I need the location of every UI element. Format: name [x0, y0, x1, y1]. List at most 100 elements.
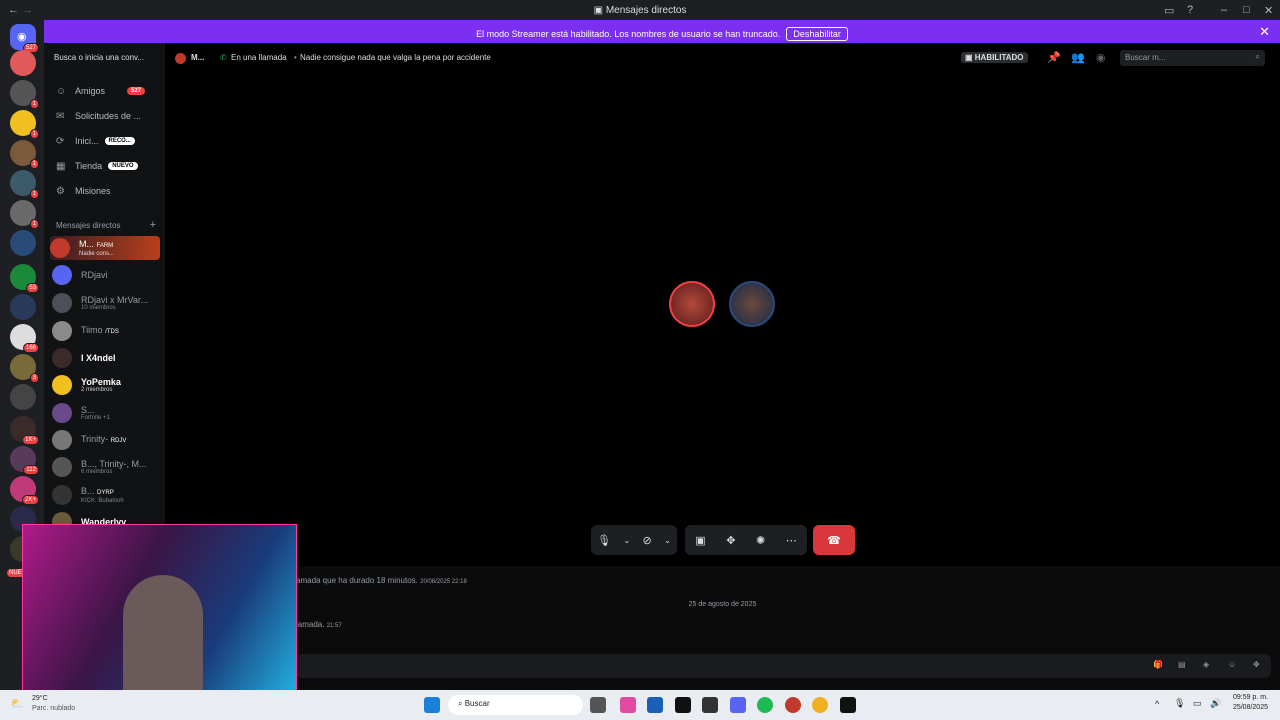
add-dm-icon[interactable]: + [150, 219, 156, 231]
server-icon[interactable] [10, 50, 36, 76]
server-icon[interactable] [10, 384, 36, 410]
dm-tag: /TDS [105, 329, 119, 335]
server-icon[interactable] [10, 230, 36, 256]
start-icon[interactable] [424, 697, 440, 713]
server-icon[interactable]: 1 [10, 170, 39, 199]
store-icon[interactable] [647, 697, 663, 713]
nav-shop[interactable]: ▦ Tienda NUEVO [56, 158, 138, 174]
disconnect-button[interactable]: ☎ [813, 525, 855, 555]
date-divider: 25 de agosto de 2025 [688, 601, 757, 608]
inbox-icon[interactable]: ▭ [1164, 4, 1174, 17]
display-tray-icon[interactable]: ▭ [1193, 698, 1202, 709]
weather-temp[interactable]: 29°C [32, 695, 48, 702]
server-icon[interactable]: 53 [10, 264, 39, 293]
server-icon[interactable]: 1 [10, 140, 39, 169]
sticker-icon[interactable]: ◈ [1203, 660, 1209, 669]
tray-chevron-icon[interactable]: ^ [1155, 699, 1159, 709]
dm-sub: Fortnite +1 [81, 415, 110, 421]
server-badge: 1 [29, 219, 39, 229]
mic-tray-icon[interactable]: 🎙 [1174, 698, 1185, 709]
window-title-text: Mensajes directos [605, 5, 687, 16]
chevron-down-icon[interactable]: ⌄ [623, 536, 630, 545]
message-time: 20/08/2025 22:18 [420, 579, 467, 585]
avatar [50, 238, 70, 258]
spotify-icon[interactable] [757, 697, 773, 713]
camera-off-icon[interactable]: ⊘ [643, 534, 652, 547]
participant-avatar[interactable] [729, 281, 775, 327]
more-icon[interactable]: ⋯ [786, 534, 797, 547]
chrome-icon[interactable] [812, 697, 828, 713]
avatar [52, 293, 72, 313]
disable-streamer-button[interactable]: Deshabilitar [786, 27, 848, 41]
clock-time[interactable]: 09:59 p. m. [1228, 694, 1268, 701]
server-icon[interactable]: 1 [10, 110, 39, 139]
dm-name: M... [79, 239, 94, 249]
quests-icon: ⚙ [56, 185, 65, 197]
activities-icon[interactable]: ✥ [726, 534, 735, 547]
phone-icon: ✆ [220, 53, 227, 62]
dm-item[interactable]: Trinity- RDJV [52, 428, 160, 452]
server-icon[interactable]: 112 [10, 446, 39, 475]
help-icon[interactable]: ? [1187, 4, 1193, 16]
hang-up-icon: ☎ [827, 534, 841, 547]
add-member-icon[interactable]: 👥 [1071, 51, 1085, 64]
dm-name: B..., Trinity-, M... [81, 459, 147, 469]
server-icon[interactable]: 1K+ [10, 416, 39, 445]
dm-item[interactable]: B... DYRP KICK: Bubalooh [52, 483, 160, 507]
soundboard-icon[interactable]: ✺ [756, 534, 765, 547]
dm-item[interactable]: Tiimo /TDS [52, 319, 160, 343]
task-view-icon[interactable] [590, 697, 606, 713]
dm-name: RDjavi [81, 270, 108, 280]
capcut-icon[interactable] [675, 697, 691, 713]
minimize-icon[interactable]: – [1221, 4, 1227, 16]
server-icon[interactable] [10, 294, 36, 320]
volume-icon[interactable]: 🔊 [1210, 698, 1221, 709]
dm-item[interactable]: I X4ndel [52, 346, 160, 370]
participant-avatar[interactable] [669, 281, 715, 327]
server-badge: 1K+ [22, 435, 39, 445]
system-message: amada que ha durado 18 minutos. 20/08/20… [296, 576, 467, 585]
server-icon[interactable]: 1 [10, 200, 39, 229]
server-icon[interactable]: 1 [10, 80, 39, 109]
discord-icon[interactable] [730, 697, 746, 713]
search-input[interactable]: Buscar m... ⌕ [1120, 50, 1265, 66]
apps-icon[interactable]: ✥ [1253, 660, 1260, 669]
profile-icon[interactable]: ◉ [1096, 51, 1106, 64]
server-icon[interactable]: 2K+ [10, 476, 39, 505]
chevron-down-icon[interactable]: ⌄ [664, 536, 671, 545]
dm-item[interactable]: S... Fortnite +1 [52, 401, 160, 425]
epic-games-icon[interactable] [840, 697, 856, 713]
taskbar-search[interactable]: ⌕ Buscar [448, 695, 583, 715]
streamer-figure [123, 575, 203, 695]
nav-quests[interactable]: ⚙ Misiones [56, 183, 111, 199]
maximize-icon[interactable]: □ [1243, 4, 1250, 16]
app-icon[interactable] [785, 697, 801, 713]
call-stage [165, 73, 1280, 566]
microphone-icon[interactable]: 🎙 [597, 534, 611, 547]
nav-requests[interactable]: ✉ Solicitudes de ... [56, 108, 141, 124]
gift-icon[interactable]: 🎁 [1153, 660, 1163, 669]
message-input[interactable]: 🎁 ▤ ◈ ☺ ✥ [296, 654, 1271, 678]
emoji-icon[interactable]: ☺ [1228, 660, 1236, 669]
gif-icon[interactable]: ▤ [1178, 660, 1186, 669]
screen-share-icon[interactable]: ▣ [695, 534, 705, 547]
nav-nitro[interactable]: ⟳ Inici... RECO... [56, 133, 135, 149]
dm-item-active[interactable]: M... FARM Nadie cons... [50, 236, 160, 260]
pin-icon[interactable]: 📌 [1047, 51, 1061, 64]
dm-search-input[interactable]: Busca o inicia una conv... [50, 51, 160, 66]
server-icon[interactable]: 166 [10, 324, 39, 353]
home-button[interactable]: ◉ 527 [10, 24, 39, 53]
dm-item[interactable]: B..., Trinity-, M... 6 miembros [52, 455, 160, 479]
dm-item[interactable]: YoPemka 2 miembros [52, 373, 160, 397]
channel-name[interactable]: M... [191, 53, 204, 62]
dm-item[interactable]: RDjavi [52, 263, 160, 287]
nav-friends[interactable]: ☺ Amigos 527 [56, 83, 146, 99]
close-banner-icon[interactable]: ✕ [1259, 24, 1270, 40]
server-badge: 2K+ [22, 495, 39, 505]
server-icon[interactable]: 3 [10, 354, 39, 383]
copilot-icon[interactable] [620, 697, 636, 713]
close-window-icon[interactable]: ✕ [1264, 4, 1273, 17]
dm-item[interactable]: RDjavi x MrVar... 10 miembros [52, 291, 160, 315]
dm-name: S... [81, 405, 95, 415]
obs-icon[interactable] [702, 697, 718, 713]
